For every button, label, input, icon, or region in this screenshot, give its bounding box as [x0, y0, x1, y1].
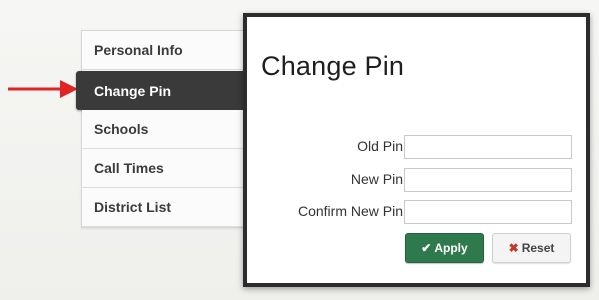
sidebar-item-label: Change Pin — [94, 82, 172, 99]
reset-button-label: Reset — [521, 241, 555, 255]
checkmark-icon: ✔ — [421, 241, 432, 255]
confirm-new-pin-input[interactable] — [404, 200, 572, 224]
sidebar-item-label: District List — [94, 199, 172, 215]
sidebar-item-schools[interactable]: Schools — [82, 110, 252, 149]
apply-button-label: Apply — [434, 241, 468, 255]
sidebar-item-label: Call Times — [94, 160, 164, 176]
confirm-pin-row: Confirm New Pin — [247, 200, 586, 224]
new-pin-row: New Pin — [247, 168, 586, 192]
sidebar-item-change-pin[interactable]: Change Pin — [76, 71, 252, 110]
old-pin-row: Old Pin — [247, 135, 586, 159]
screenshot-stage: Personal Info Change Pin Schools Call Ti… — [0, 0, 599, 300]
sidebar-item-label: Personal Info — [94, 42, 183, 58]
red-arrow-icon — [8, 80, 78, 98]
old-pin-label: Old Pin — [357, 138, 403, 154]
apply-button[interactable]: ✔ Apply — [405, 233, 484, 263]
x-icon: ✖ — [508, 241, 519, 255]
old-pin-input[interactable] — [404, 135, 572, 159]
new-pin-label: New Pin — [350, 171, 403, 187]
sidebar-item-label: Schools — [94, 121, 149, 137]
change-pin-dialog: Change Pin Old Pin New Pin Confirm New P… — [243, 13, 590, 287]
sidebar-item-district-list[interactable]: District List — [82, 188, 252, 227]
dialog-title: Change Pin — [261, 51, 405, 81]
confirm-new-pin-label: Confirm New Pin — [297, 203, 403, 219]
reset-button[interactable]: ✖ Reset — [492, 233, 571, 263]
sidebar-item-call-times[interactable]: Call Times — [82, 149, 252, 188]
sidebar-item-personal-info[interactable]: Personal Info — [82, 31, 252, 70]
profile-sidebar: Personal Info Change Pin Schools Call Ti… — [76, 30, 253, 228]
new-pin-input[interactable] — [404, 168, 572, 192]
